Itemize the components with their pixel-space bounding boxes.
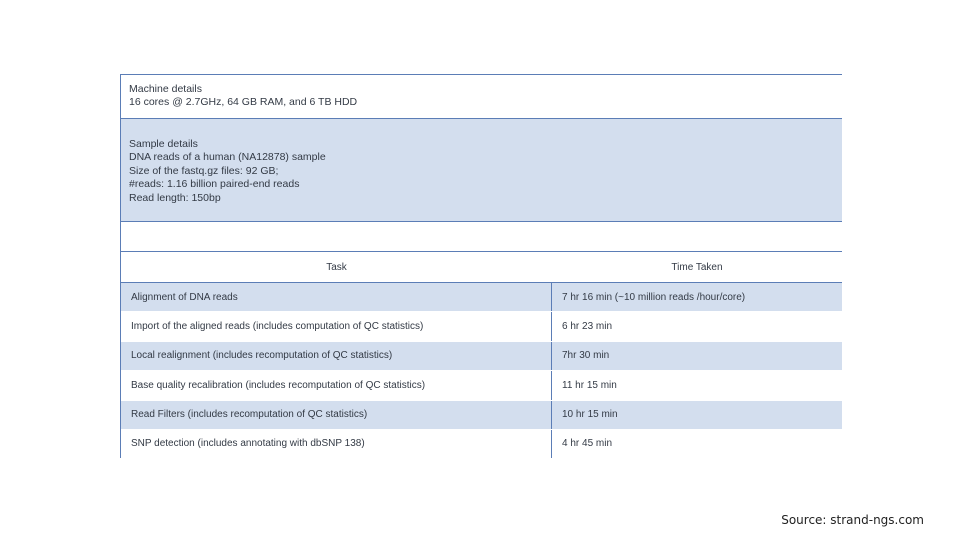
table-row: Import of the aligned reads (includes co…: [121, 312, 842, 342]
spacer-row: [121, 222, 842, 252]
time-cell: 11 hr 15 min: [562, 379, 617, 391]
sample-details-heading: Sample details: [129, 138, 198, 150]
machine-details-section: Machine details 16 cores @ 2.7GHz, 64 GB…: [121, 75, 842, 119]
task-cell: Read Filters (includes recomputation of …: [121, 400, 552, 429]
header-time-taken: Time Taken: [671, 261, 723, 273]
time-cell: 6 hr 23 min: [562, 321, 613, 333]
table-row: Base quality recalibration (includes rec…: [121, 371, 842, 401]
sample-details-line: DNA reads of a human (NA12878) sample: [129, 151, 326, 164]
time-cell: 4 hr 45 min: [562, 438, 613, 450]
source-caption: Source: strand-ngs.com: [781, 513, 924, 527]
table-row: SNP detection (includes annotating with …: [121, 429, 842, 458]
task-cell: Base quality recalibration (includes rec…: [121, 371, 552, 400]
table-row: Alignment of DNA reads 7 hr 16 min (~10 …: [121, 283, 842, 313]
time-cell: 10 hr 15 min: [562, 409, 618, 421]
sample-details-section: Sample details DNA reads of a human (NA1…: [121, 119, 842, 222]
sample-details-line: Read length: 150bp: [129, 191, 221, 204]
table-row: Local realignment (includes recomputatio…: [121, 341, 842, 372]
table-row: Read Filters (includes recomputation of …: [121, 400, 842, 430]
benchmark-table: Machine details 16 cores @ 2.7GHz, 64 GB…: [120, 74, 842, 458]
sample-details-line: Size of the fastq.gz files: 92 GB;: [129, 164, 279, 177]
task-cell: SNP detection (includes annotating with …: [121, 429, 552, 458]
table-header-row: Task Time Taken: [121, 252, 842, 283]
sample-details-line: #reads: 1.16 billion paired-end reads: [129, 178, 300, 191]
time-cell: 7 hr 16 min (~10 million reads /hour/cor…: [562, 291, 746, 303]
machine-details-heading: Machine details: [129, 83, 202, 95]
time-cell: 7hr 30 min: [562, 350, 610, 362]
machine-details-spec: 16 cores @ 2.7GHz, 64 GB RAM, and 6 TB H…: [129, 96, 358, 109]
header-task: Task: [326, 261, 347, 273]
task-cell: Import of the aligned reads (includes co…: [121, 312, 552, 341]
task-cell: Alignment of DNA reads: [121, 283, 552, 312]
task-cell: Local realignment (includes recomputatio…: [121, 341, 552, 371]
